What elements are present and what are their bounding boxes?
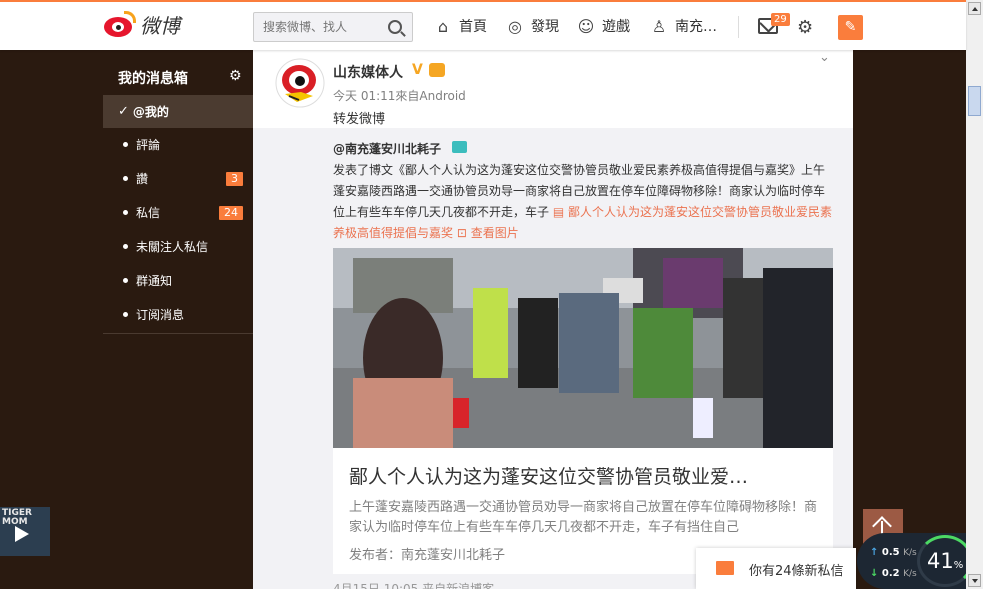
likes-badge: 3 xyxy=(226,172,243,186)
article-publisher: 发布者：南充蓬安川北耗子 xyxy=(349,548,506,563)
sidebar-title: 我的消息箱 xyxy=(118,71,188,87)
post-time[interactable]: 今天 01:11來自Android xyxy=(333,87,466,104)
sidebar-item-group-notices[interactable]: 群通知 xyxy=(103,264,253,297)
chevron-down-icon[interactable]: ⌄ xyxy=(819,50,830,65)
search-input[interactable] xyxy=(254,13,374,41)
post-text: 转发微博 xyxy=(333,112,386,127)
repost-block: @南充蓬安川北耗子 发表了博文《鄙人个人认为这为蓬安这位交警协管员敬业爱民素养极… xyxy=(253,128,853,589)
nav-home-label: 首頁 xyxy=(459,19,487,35)
sidebar-divider xyxy=(103,333,253,334)
notice-text: 你有24條新私信 xyxy=(749,564,844,579)
upload-speed-value: 0.5 xyxy=(881,547,900,558)
download-speed: ↓ 0.2 K/s xyxy=(870,568,917,579)
usage-percent-value: 41 xyxy=(927,549,954,573)
sidebar-item-likes[interactable]: 讚 3 xyxy=(103,162,253,195)
sidebar-item-label: 未關注人私信 xyxy=(136,240,209,254)
bullet-icon xyxy=(123,244,128,249)
upload-speed-unit: K/s xyxy=(903,548,917,558)
new-message-notice[interactable]: 你有24條新私信 xyxy=(696,548,856,589)
scrollbar-thumb[interactable] xyxy=(968,86,981,116)
repost-text-block: 发表了博文《鄙人个人认为这为蓬安这位交警协管员敬业爱民素养极高值得提倡与嘉奖》上… xyxy=(333,160,833,244)
video-ad-thumbnail[interactable]: TIGER MOM xyxy=(0,507,50,556)
network-speed-widget[interactable]: ↑ 0.5 K/s ↓ 0.2 K/s 41% xyxy=(857,533,977,589)
sidebar-item-label: 订阅消息 xyxy=(136,308,185,322)
sidebar-item-subscriptions[interactable]: 订阅消息 xyxy=(103,298,253,331)
sidebar-settings-icon[interactable]: ⚙ xyxy=(229,68,242,84)
weibo-eye-icon xyxy=(102,10,136,39)
sidebar-item-stranger-messages[interactable]: 未關注人私信 xyxy=(103,230,253,263)
bullet-icon xyxy=(123,210,128,215)
upload-speed: ↑ 0.5 K/s xyxy=(870,547,917,558)
sidebar-item-label: 評論 xyxy=(136,138,161,152)
nav-games-label: 遊戲 xyxy=(602,19,630,35)
sidebar-item-comments[interactable]: 評論 xyxy=(103,128,253,161)
page-scrollbar[interactable] xyxy=(966,0,983,589)
feed-card: 山东媒体人 V 今天 01:11來自Android 转发微博 ⌄ @南充蓬安川北… xyxy=(253,50,853,589)
medal-icon xyxy=(429,63,445,77)
user-icon: ♙ xyxy=(651,16,667,36)
sidebar-item-label: 讚 xyxy=(136,172,149,186)
blog-link-icon: ▤ xyxy=(552,205,568,219)
message-sidebar: 我的消息箱 ⚙ ✓ @我的 評論 讚 3 私信 24 未關注人私信 群通知 订阅… xyxy=(103,60,253,334)
article-title[interactable]: 鄙人个人认为这为蓬安这位交警协管员敬业爱… xyxy=(349,462,819,489)
nav-divider xyxy=(738,16,739,38)
avatar[interactable] xyxy=(275,58,325,108)
search-box xyxy=(253,12,413,42)
download-speed-value: 0.2 xyxy=(881,568,900,579)
home-icon: ⌂ xyxy=(437,16,449,36)
logo-text: 微博 xyxy=(140,14,180,38)
nav-discover-label: 發現 xyxy=(531,19,559,35)
upload-arrow-icon: ↑ xyxy=(870,547,879,558)
bullet-icon xyxy=(123,142,128,147)
nav-home[interactable]: ⌂ 首頁 xyxy=(433,16,487,36)
percent-sign: % xyxy=(953,560,964,571)
sidebar-item-private-messages[interactable]: 私信 24 xyxy=(103,196,253,229)
top-bar: 微博 ⌂ 首頁 ◎ 發現 ☺ 遊戲 ♙ 南充… 29 ⚙ ✎ xyxy=(0,0,966,50)
sidebar-item-label: 群通知 xyxy=(136,274,173,288)
camera-icon xyxy=(452,141,467,153)
picture-icon: ⊡ xyxy=(456,226,471,240)
nav-discover[interactable]: ◎ 發現 xyxy=(505,16,559,36)
compass-icon: ◎ xyxy=(508,16,522,36)
nav-profile[interactable]: ♙ 南充… xyxy=(649,16,717,36)
avatar-eye-icon xyxy=(275,58,325,108)
verified-v-icon: V xyxy=(412,62,423,78)
gamepad-icon: ☺ xyxy=(577,16,595,36)
settings-gear-icon[interactable]: ⚙ xyxy=(797,17,813,38)
post-author[interactable]: 山东媒体人 xyxy=(333,62,403,82)
nav-games[interactable]: ☺ 遊戲 xyxy=(576,16,630,36)
sidebar-item-label: @我的 xyxy=(132,105,169,119)
search-icon[interactable] xyxy=(388,20,402,34)
sidebar-item-mentions[interactable]: ✓ @我的 xyxy=(103,95,253,128)
street-photo-image xyxy=(333,248,833,448)
usage-percent: 41% xyxy=(927,549,963,573)
weibo-logo[interactable]: 微博 xyxy=(102,10,180,39)
download-speed-unit: K/s xyxy=(903,569,917,579)
sidebar-item-label: 私信 xyxy=(136,206,161,220)
mail-badge: 29 xyxy=(771,13,790,26)
play-icon xyxy=(15,526,29,542)
nav-profile-label: 南充… xyxy=(675,19,717,35)
scroll-up-arrow-icon[interactable] xyxy=(968,2,981,15)
bullet-icon xyxy=(123,278,128,283)
news-photo[interactable] xyxy=(333,248,833,448)
view-picture-link[interactable]: 查看图片 xyxy=(471,226,519,240)
bullet-icon xyxy=(123,176,128,181)
bullet-icon xyxy=(123,312,128,317)
download-arrow-icon: ↓ xyxy=(870,568,879,579)
check-icon: ✓ xyxy=(118,104,129,119)
repost-time[interactable]: 4月15日 10:05 来自新浪博客 xyxy=(333,580,494,589)
compose-icon[interactable]: ✎ xyxy=(838,15,863,40)
envelope-icon xyxy=(716,561,734,575)
scroll-down-arrow-icon[interactable] xyxy=(968,574,981,587)
article-description: 上午蓬安嘉陵西路遇一交通协管员劝导一商家将自己放置在停车位障碍物移除！商家认为临… xyxy=(349,500,818,535)
messages-badge: 24 xyxy=(219,206,243,220)
ad-text: TIGER MOM xyxy=(2,508,32,527)
repost-author[interactable]: @南充蓬安川北耗子 xyxy=(333,140,441,157)
